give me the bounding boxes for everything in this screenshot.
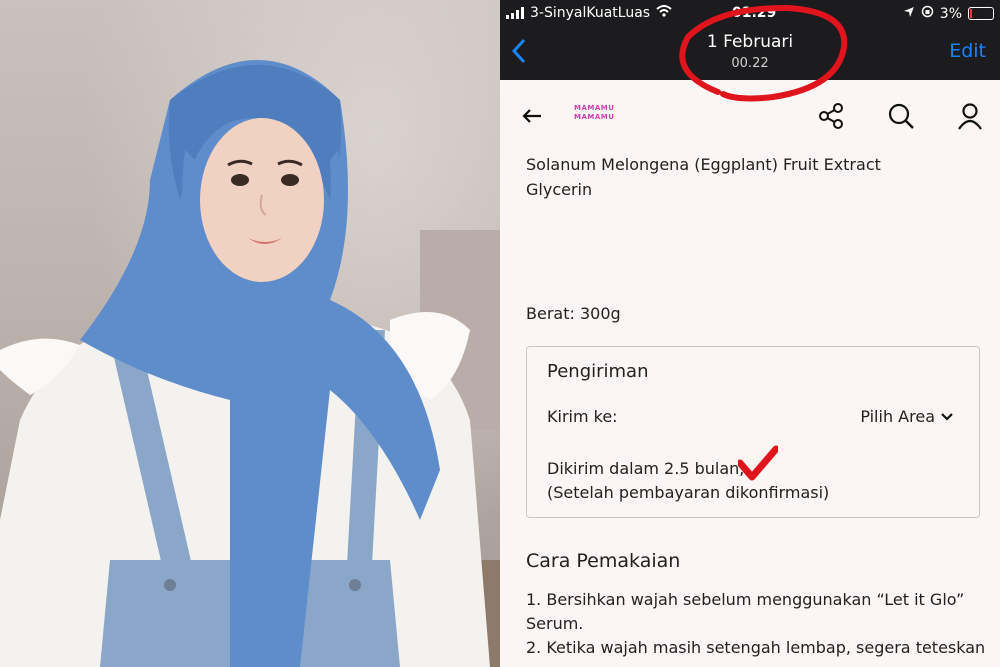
send-to-label: Kirim ke: xyxy=(547,407,618,426)
nav-subtitle: 00.22 xyxy=(731,56,769,71)
usage-step: Serum. xyxy=(526,614,584,633)
area-select-label: Pilih Area xyxy=(860,407,935,426)
shipping-box: Pengiriman Kirim ke: Pilih Area Dikirim … xyxy=(526,346,980,518)
arrow-left-icon[interactable] xyxy=(522,102,542,130)
battery-icon xyxy=(968,7,994,20)
signal-icon xyxy=(506,7,524,19)
phone-screenshot: 3-SinyalKuatLuas 01.29 3% 1 Februari 00.… xyxy=(500,0,1000,667)
ingredient-line: Solanum Melongena (Eggplant) Fruit Extra… xyxy=(526,155,881,174)
woman-figure xyxy=(0,60,490,667)
battery-percent: 3% xyxy=(939,5,962,22)
ingredient-line: Glycerin xyxy=(526,180,593,199)
delivery-estimate: Dikirim dalam 2.5 bulan, xyxy=(547,459,745,478)
brand-logo[interactable]: MAMAMU MAMAMU xyxy=(574,104,620,122)
app-header: MAMAMU MAMAMU xyxy=(500,80,1000,152)
area-select[interactable]: Pilih Area xyxy=(860,407,953,426)
woman-photo xyxy=(0,0,500,667)
chevron-down-icon xyxy=(941,407,953,426)
nav-title: 1 Februari xyxy=(706,32,794,52)
wifi-icon xyxy=(656,5,672,21)
carrier-label: 3-SinyalKuatLuas xyxy=(530,5,651,21)
status-bar: 3-SinyalKuatLuas 01.29 3% xyxy=(500,0,1000,28)
rotation-lock-icon xyxy=(921,5,934,22)
usage-step: 2. Ketika wajah masih setengah lembap, s… xyxy=(526,638,986,657)
status-time: 01.29 xyxy=(732,5,777,21)
edit-button[interactable]: Edit xyxy=(949,40,986,62)
share-icon[interactable] xyxy=(816,100,848,132)
location-icon xyxy=(903,6,915,22)
red-checkmark-annotation xyxy=(738,445,778,481)
navigation-bar: 1 Februari 00.22 Edit xyxy=(500,28,1000,80)
usage-heading: Cara Pemakaian xyxy=(526,550,681,572)
delivery-note: (Setelah pembayaran dikonfirmasi) xyxy=(547,483,830,502)
product-weight: Berat: 300g xyxy=(526,304,621,323)
search-icon[interactable] xyxy=(885,100,917,132)
shipping-heading: Pengiriman xyxy=(547,361,649,382)
user-icon[interactable] xyxy=(954,100,986,132)
usage-step: 1. Bersihkan wajah sebelum menggunakan “… xyxy=(526,590,965,609)
